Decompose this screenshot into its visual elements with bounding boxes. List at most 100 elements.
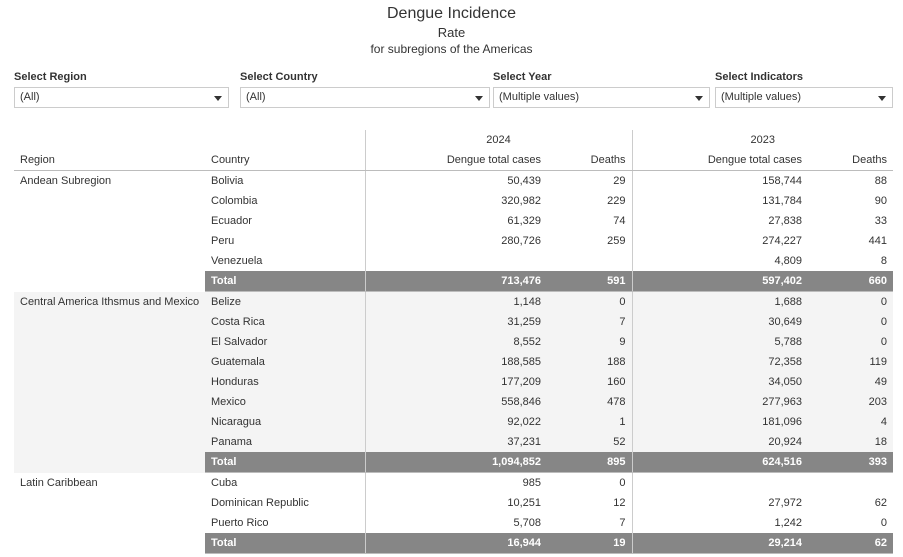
cell-deaths-2024[interactable]: 229 — [547, 191, 633, 211]
cell-region[interactable]: Latin Caribbean — [14, 472, 205, 554]
cell-deaths-2023[interactable]: 4 — [808, 412, 894, 432]
cell-deaths-2024[interactable]: 160 — [547, 372, 633, 392]
cell-cases-2024[interactable]: 5,708 — [364, 513, 547, 533]
cell-country[interactable]: Venezuela — [205, 251, 365, 271]
cell-deaths-2023[interactable]: 62 — [808, 493, 894, 513]
cell-deaths-2024[interactable]: 0 — [547, 472, 633, 493]
cell-country[interactable]: Nicaragua — [205, 412, 365, 432]
cell-cases-2023[interactable]: 274,227 — [631, 231, 809, 251]
header-region[interactable]: Region — [14, 150, 205, 171]
cell-deaths-2024[interactable]: 188 — [547, 352, 633, 372]
cell-cases-2024[interactable]: 320,982 — [364, 191, 547, 211]
chevron-down-icon[interactable] — [475, 95, 483, 101]
filter-country-select[interactable]: (All) — [240, 87, 490, 108]
cell-cases-2024[interactable]: 50,439 — [364, 170, 547, 191]
cell-deaths-2024[interactable]: 29 — [547, 170, 633, 191]
cell-region[interactable]: Andean Subregion — [14, 170, 205, 292]
cell-cases-2023[interactable]: 1,688 — [631, 291, 809, 312]
cell-cases-2023[interactable]: 34,050 — [631, 372, 809, 392]
cell-cases-2023[interactable]: 277,963 — [631, 392, 809, 412]
cell-cases-2024[interactable]: 61,329 — [364, 211, 547, 231]
cell-deaths-2024[interactable]: 7 — [547, 513, 633, 533]
filter-indicators-select[interactable]: (Multiple values) — [715, 87, 893, 108]
chevron-down-icon[interactable] — [695, 95, 703, 101]
header-deaths-2023[interactable]: Deaths — [808, 150, 894, 171]
cell-country[interactable]: Guatemala — [205, 352, 365, 372]
cell-country[interactable]: Puerto Rico — [205, 513, 365, 533]
cell-cases-2024[interactable]: 8,552 — [364, 332, 547, 352]
cell-cases-2023[interactable]: 4,809 — [631, 251, 809, 271]
cell-deaths-2024[interactable]: 7 — [547, 312, 633, 332]
cell-country[interactable]: Bolivia — [205, 170, 365, 191]
cell-deaths-2024[interactable]: 52 — [547, 432, 633, 452]
cell-cases-2023[interactable]: 72,358 — [631, 352, 809, 372]
cell-deaths-2023[interactable]: 0 — [808, 291, 894, 312]
chevron-down-icon[interactable] — [214, 95, 222, 101]
header-deaths-2024[interactable]: Deaths — [547, 150, 633, 171]
cell-deaths-2023[interactable]: 441 — [808, 231, 894, 251]
cell-cases-2023[interactable]: 30,649 — [631, 312, 809, 332]
table-row[interactable]: Central America Ithsmus and Mexico Belize… — [14, 291, 894, 473]
header-country[interactable]: Country — [205, 150, 365, 171]
cell-deaths-2023[interactable]: 0 — [808, 332, 894, 352]
cell-deaths-2024[interactable]: 9 — [547, 332, 633, 352]
cell-cases-2024[interactable]: 92,022 — [364, 412, 547, 432]
cell-deaths-2024[interactable]: 0 — [547, 291, 633, 312]
cell-deaths-2023[interactable]: 18 — [808, 432, 894, 452]
cell-country[interactable]: Mexico — [205, 392, 365, 412]
cell-cases-2024[interactable] — [364, 251, 547, 271]
cell-deaths-2023[interactable]: 203 — [808, 392, 894, 412]
cell-deaths-2023[interactable]: 0 — [808, 513, 894, 533]
cell-cases-2024[interactable]: 37,231 — [364, 432, 547, 452]
cell-country[interactable]: Belize — [205, 291, 365, 312]
cell-cases-2024[interactable]: 1,148 — [364, 291, 547, 312]
cell-cases-2024[interactable]: 558,846 — [364, 392, 547, 412]
cell-cases-2023[interactable]: 1,242 — [631, 513, 809, 533]
cell-country[interactable]: Honduras — [205, 372, 365, 392]
cell-country[interactable]: Peru — [205, 231, 365, 251]
cell-deaths-2024[interactable]: 1 — [547, 412, 633, 432]
cell-deaths-2023[interactable]: 49 — [808, 372, 894, 392]
cell-cases-2023[interactable]: 27,838 — [631, 211, 809, 231]
cell-country[interactable]: Dominican Republic — [205, 493, 365, 513]
cell-deaths-2023[interactable]: 119 — [808, 352, 894, 372]
cell-cases-2024[interactable]: 280,726 — [364, 231, 547, 251]
cell-cases-2023[interactable]: 131,784 — [631, 191, 809, 211]
cell-cases-2023[interactable] — [631, 472, 809, 493]
cell-cases-2023[interactable]: 27,972 — [631, 493, 809, 513]
cell-deaths-2023[interactable]: 88 — [808, 170, 894, 191]
cell-deaths-2024[interactable]: 74 — [547, 211, 633, 231]
filter-year-select[interactable]: (Multiple values) — [493, 87, 710, 108]
table-row[interactable]: Latin Caribbean Cuba 985 0 — [14, 472, 894, 554]
cell-deaths-2023[interactable] — [808, 472, 894, 493]
cell-deaths-2024[interactable]: 259 — [547, 231, 633, 251]
chevron-down-icon[interactable] — [878, 95, 886, 101]
table-row[interactable]: Andean Subregion Bolivia 50,439 29 158,744 88 — [14, 170, 894, 292]
cell-deaths-2024[interactable]: 478 — [547, 392, 633, 412]
cell-cases-2024[interactable]: 31,259 — [364, 312, 547, 332]
header-cases-2024[interactable]: Dengue total cases — [364, 150, 547, 171]
cell-country[interactable]: El Salvador — [205, 332, 365, 352]
cell-deaths-2023[interactable]: 8 — [808, 251, 894, 271]
cell-cases-2023[interactable]: 5,788 — [631, 332, 809, 352]
cell-cases-2024[interactable]: 10,251 — [364, 493, 547, 513]
cell-deaths-2024[interactable] — [547, 251, 633, 271]
cell-cases-2023[interactable]: 158,744 — [631, 170, 809, 191]
cell-country[interactable]: Panama — [205, 432, 365, 452]
cell-country[interactable]: Cuba — [205, 472, 365, 493]
cell-cases-2024[interactable]: 177,209 — [364, 372, 547, 392]
cell-region[interactable]: Central America Ithsmus and Mexico — [14, 291, 205, 473]
cell-country[interactable]: Ecuador — [205, 211, 365, 231]
cell-deaths-2023[interactable]: 0 — [808, 312, 894, 332]
header-cases-2023[interactable]: Dengue total cases — [631, 150, 809, 171]
cell-country[interactable]: Colombia — [205, 191, 365, 211]
cell-country[interactable]: Costa Rica — [205, 312, 365, 332]
cell-cases-2024[interactable]: 188,585 — [364, 352, 547, 372]
cell-cases-2023[interactable]: 20,924 — [631, 432, 809, 452]
cell-deaths-2024[interactable]: 12 — [547, 493, 633, 513]
cell-cases-2023[interactable]: 181,096 — [631, 412, 809, 432]
filter-region-select[interactable]: (All) — [14, 87, 229, 108]
cell-deaths-2023[interactable]: 33 — [808, 211, 894, 231]
cell-cases-2024[interactable]: 985 — [364, 472, 547, 493]
cell-deaths-2023[interactable]: 90 — [808, 191, 894, 211]
